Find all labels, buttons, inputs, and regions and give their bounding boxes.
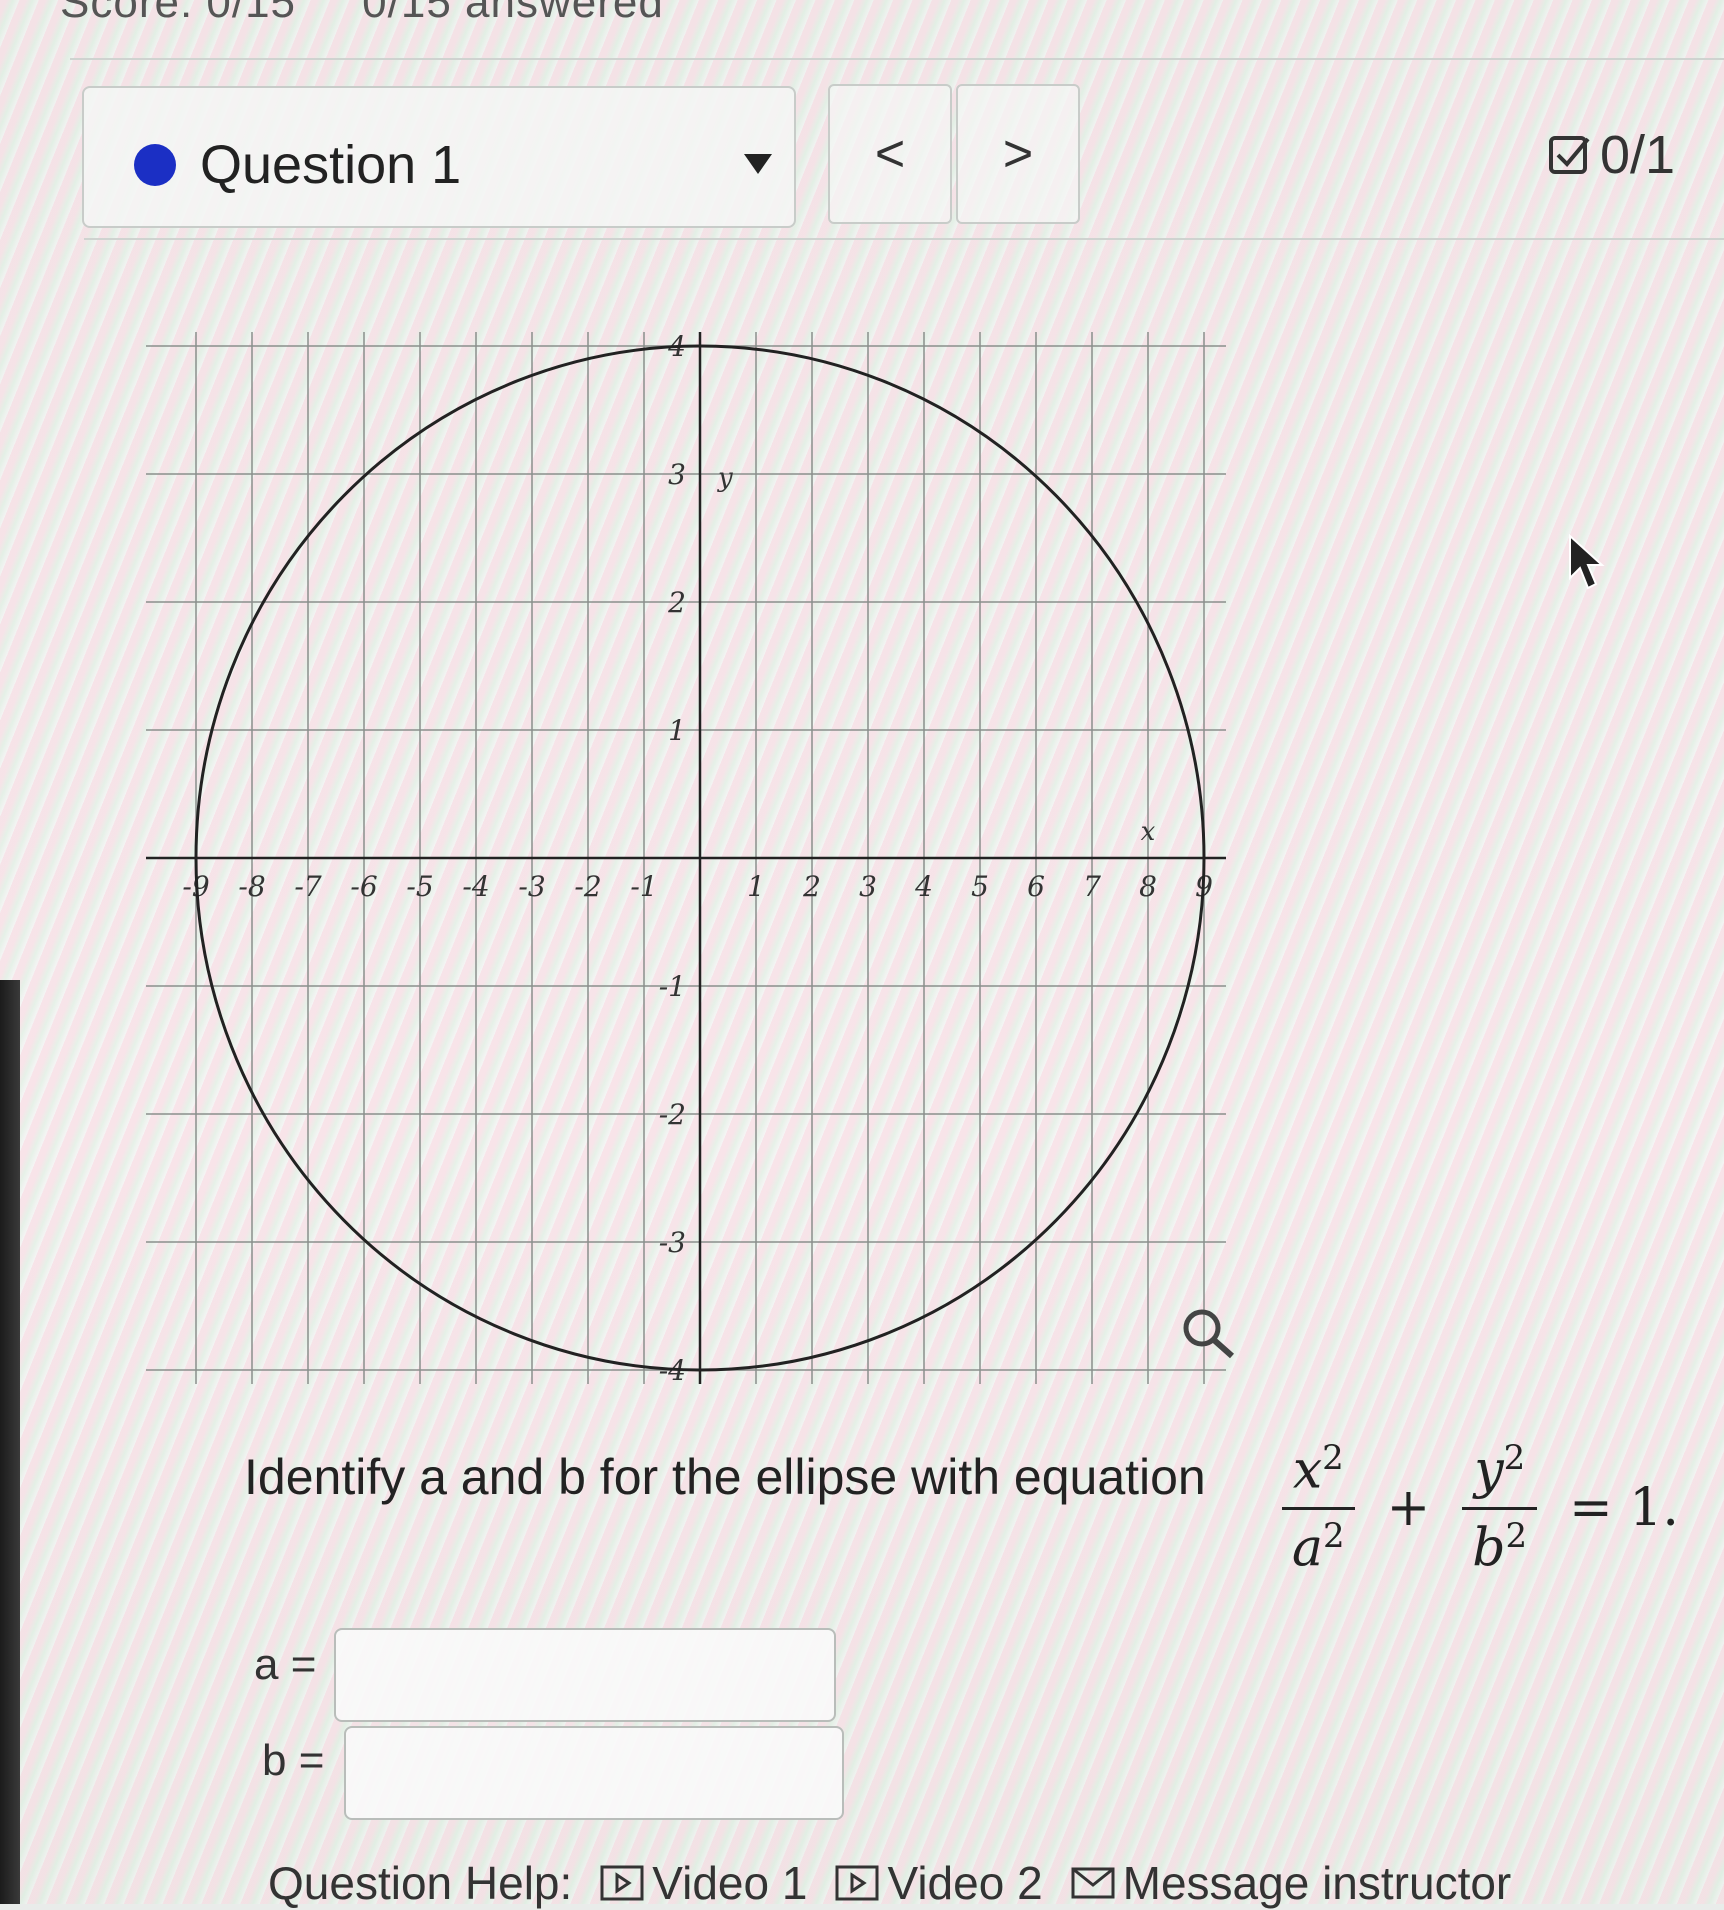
help-label: Question Help:	[268, 1857, 573, 1909]
y-tick-label: 1	[668, 714, 686, 747]
exponent: 2	[1322, 1438, 1344, 1479]
ellipse-graph: -9 -8 -7 -6 -5 -4 -3 -2 -1 1 2 3 4 5 6 7 8 94321-1-2-3-4 …	[146, 330, 1234, 1387]
x-tick-label: 7	[1083, 870, 1101, 903]
x-tick-label: -3	[518, 870, 545, 903]
y-axis-label: y	[717, 463, 733, 493]
numerator-y: y	[1474, 1440, 1504, 1501]
a-label: a =	[254, 1640, 317, 1689]
x-fraction: x2 a2	[1282, 1438, 1355, 1578]
x-tick-label: 6	[1027, 870, 1045, 903]
message-instructor-label: Message instructor	[1122, 1857, 1512, 1909]
b-label: b =	[262, 1736, 325, 1785]
magnify-icon[interactable]	[1183, 1309, 1234, 1359]
video-1-link[interactable]: Video 1	[600, 1856, 807, 1910]
video-2-link[interactable]: Video 2	[835, 1856, 1043, 1910]
x-tick-label: -5	[406, 870, 433, 903]
b-input[interactable]	[344, 1726, 844, 1820]
x-tick-label: -7	[294, 870, 321, 903]
fraction-bar	[1462, 1506, 1538, 1510]
y-tick-label: 2	[667, 586, 686, 619]
exponent: 2	[1503, 1438, 1526, 1479]
video-icon	[835, 1865, 879, 1901]
x-tick-label: -1	[630, 870, 657, 903]
denominator-b: b	[1472, 1517, 1506, 1578]
numerator-x: x	[1292, 1440, 1323, 1501]
x-tick-label: -4	[462, 870, 489, 903]
exponent: 2	[1323, 1515, 1345, 1556]
ellipse-equation: x2 a2 + y2 b2 = 1.	[1268, 1418, 1697, 1598]
x-tick-label: -6	[350, 870, 377, 903]
a-input[interactable]	[334, 1628, 836, 1722]
y-tick-label: 3	[668, 458, 686, 491]
y-tick-label: -1	[659, 970, 686, 1003]
x-tick-label: -2	[574, 870, 601, 903]
exponent: 2	[1505, 1515, 1528, 1556]
x-tick-label: 2	[802, 870, 821, 903]
x-tick-label: -8	[238, 870, 265, 903]
x-tick-label: 1	[747, 870, 765, 903]
fraction-bar	[1282, 1506, 1355, 1510]
y-tick-label: -3	[659, 1226, 686, 1259]
problem-prompt: Identify a and b for the ellipse with eq…	[244, 1449, 1206, 1505]
plus-sign: +	[1386, 1478, 1431, 1538]
denominator-a: a	[1292, 1517, 1324, 1578]
question-help: Question Help: Video 1 Video 2 Message i…	[268, 1856, 1511, 1910]
video-1-label: Video 1	[652, 1857, 808, 1909]
video-icon	[600, 1865, 644, 1901]
x-tick-label: 4	[914, 870, 933, 903]
equals-one: = 1.	[1569, 1478, 1679, 1538]
x-tick-label: 5	[971, 870, 989, 903]
x-tick-label: 8	[1139, 870, 1157, 903]
mouse-cursor-icon	[1569, 534, 1605, 590]
y-fraction: y2 b2	[1462, 1438, 1538, 1578]
y-tick-label: -2	[659, 1098, 686, 1131]
video-2-label: Video 2	[887, 1857, 1043, 1909]
message-instructor-link[interactable]: Message instructor	[1071, 1856, 1512, 1910]
envelope-icon	[1071, 1867, 1115, 1899]
x-tick-label: 3	[859, 870, 877, 903]
x-axis-label: x	[1141, 817, 1156, 847]
